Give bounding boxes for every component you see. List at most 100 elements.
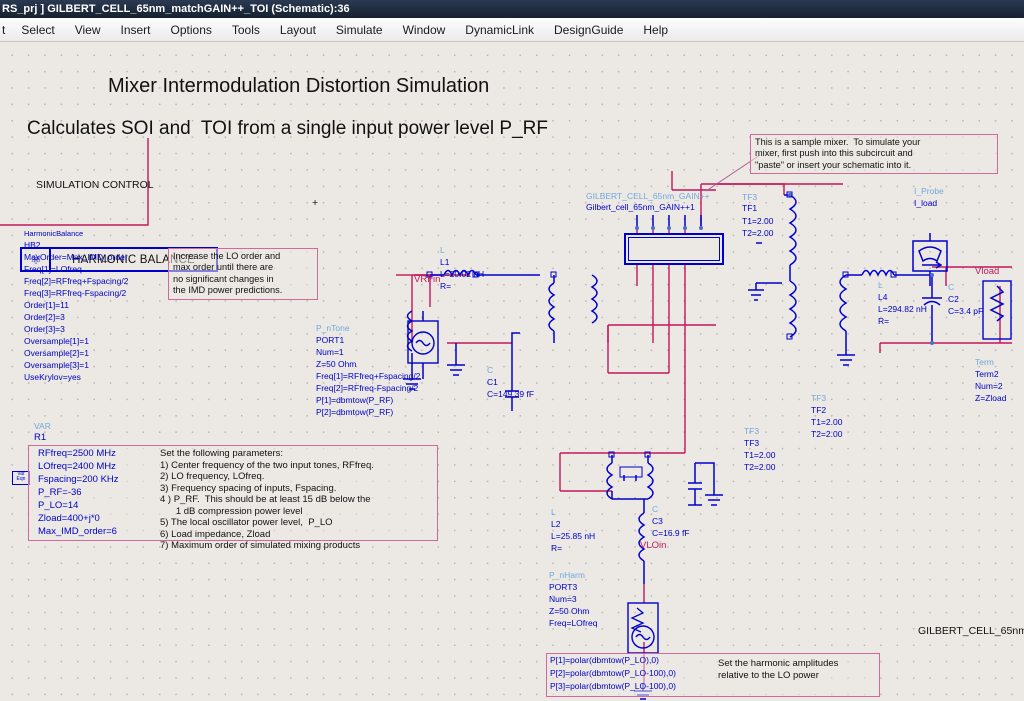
window-title-text: RS_prj ] GILBERT_CELL_65nm_matchGAIN++_T…	[2, 3, 350, 15]
subcircuit-type-label: GILBERT_CELL_65nm_GAIN++	[586, 191, 710, 201]
var-param-3: P_RF=-36	[38, 487, 82, 498]
window-title-bar: RS_prj ] GILBERT_CELL_65nm_matchGAIN++_T…	[0, 0, 1024, 18]
l2-instance-label: L2	[551, 519, 561, 529]
menu-item-designguide[interactable]: DesignGuide	[544, 21, 633, 39]
port1-param-2: Freq[1]=RFfreq+Fspacing/2	[316, 371, 421, 381]
page-subtitle: Calculates SOI and TOI from a single inp…	[27, 118, 548, 139]
port3-param-2: Freq=LOfreq	[549, 618, 598, 628]
menu-item-view[interactable]: View	[65, 21, 111, 39]
menu-item-window[interactable]: Window	[393, 21, 456, 39]
port3-param-0: Num=3	[549, 594, 577, 604]
var-param-2: Fspacing=200 KHz	[38, 474, 119, 485]
term2-param-0: Num=2	[975, 381, 1003, 391]
tf2-instance-label: TF2	[811, 405, 827, 415]
note-set-parameters: Set the following parameters: 1) Center …	[160, 448, 374, 551]
iprobe-instance-label: I_load	[914, 198, 938, 208]
c2-param-0: C=3.4 pF	[948, 306, 984, 316]
l4-instance-label: L4	[878, 292, 888, 302]
tf2-param-1: T2=2.00	[811, 429, 843, 439]
l2-type-label: L	[551, 507, 556, 517]
port1-type-label: P_nTone	[316, 323, 350, 333]
menu-item-options[interactable]: Options	[161, 21, 222, 39]
tf3-type-label: TF3	[744, 426, 760, 436]
footer-cell-label: GILBERT_CELL_65nm_	[918, 625, 1024, 637]
menu-item-help[interactable]: Help	[633, 21, 678, 39]
l1-type-label: L	[440, 245, 445, 255]
note-harmonic-amplitudes: Set the harmonic amplitudes relative to …	[718, 658, 839, 681]
l1-param-1: R=	[440, 281, 452, 291]
port1-param-3: Freq[2]=RFfreq-Fspacing/2	[316, 383, 419, 393]
port1-param-1: Z=50 Ohm	[316, 359, 357, 369]
term2-param-1: Z=Zload	[975, 393, 1007, 403]
subcircuit-inner-border	[628, 237, 720, 261]
l1-param-0: L=20.02 nH	[440, 269, 485, 279]
simulation-control-label: SIMULATION CONTROL	[36, 179, 154, 191]
hb-param-8: Oversample[2]=1	[24, 348, 89, 358]
var-param-0: RFfreq=2500 MHz	[38, 448, 116, 459]
tf1-type-label: TF3	[742, 192, 758, 202]
menu-item-tools[interactable]: Tools	[222, 21, 270, 39]
menu-item-insert[interactable]: Insert	[111, 21, 161, 39]
tf1-param-1: T2=2.00	[742, 228, 774, 238]
tf2-param-0: T1=2.00	[811, 417, 843, 427]
menu-item-edit[interactable]: t	[0, 21, 11, 39]
tf3-param-1: T2=2.00	[744, 462, 776, 472]
l2-param-0: L=25.85 nH	[551, 531, 596, 541]
c1-param-0: C=149.39 fF	[487, 389, 535, 399]
tf1-instance-label: TF1	[742, 203, 758, 213]
port1-param-0: Num=1	[316, 347, 344, 357]
menu-item-simulate[interactable]: Simulate	[326, 21, 393, 39]
var-param-1: LOfreq=2400 MHz	[38, 461, 116, 472]
subcircuit-symbol[interactable]	[624, 233, 724, 265]
c1-instance-label: C1	[487, 377, 498, 387]
c2-instance-label: C2	[948, 294, 959, 304]
net-label-vrfin: VRFin	[414, 274, 441, 285]
c3-type-label: C	[652, 504, 659, 514]
tf2-type-label: TF3	[811, 393, 827, 403]
port3-type-label: P_nHarm	[549, 570, 585, 580]
port1-param-5: P[2]=dbmtow(P_RF)	[316, 407, 394, 417]
hb-instance-label: HB2	[24, 240, 41, 250]
hb-param-9: Oversample[3]=1	[24, 360, 89, 370]
port3-harm-param-0: P[1]=polar(dbmtow(P_LO),0)	[550, 655, 659, 665]
var-param-4: P_LO=14	[38, 500, 79, 511]
term2-type-label: Term	[975, 357, 994, 367]
hb-param-6: Order[3]=3	[24, 324, 65, 334]
var-instance-label: R1	[34, 432, 47, 443]
port1-instance-label: PORT1	[316, 335, 345, 345]
c2-type-label: C	[948, 282, 955, 292]
c3-instance-label: C3	[652, 516, 663, 526]
hb-param-5: Order[2]=3	[24, 312, 65, 322]
hb-param-4: Order[1]=11	[24, 300, 69, 310]
port1-param-4: P[1]=dbmtow(P_RF)	[316, 395, 394, 405]
c1-type-label: C	[487, 365, 494, 375]
page-title: Mixer Intermodulation Distortion Simulat…	[108, 75, 490, 97]
var-param-6: Max_IMD_order=6	[38, 526, 117, 537]
menu-item-select[interactable]: Select	[11, 21, 64, 39]
schematic-canvas[interactable]: GILBERT_CELL_65nm_GAIN++ Gilbert_cell_65…	[0, 43, 1024, 701]
hb-param-7: Oversample[1]=1	[24, 336, 89, 346]
tf3-param-0: T1=2.00	[744, 450, 776, 460]
menu-item-dynamiclink[interactable]: DynamicLink	[455, 21, 544, 39]
var-param-5: Zload=400+j*0	[38, 513, 100, 524]
hb-param-2: Freq[2]=RFfreq+Fspacing/2	[24, 276, 129, 286]
net-label-vload: Vload	[975, 266, 1000, 277]
cursor-crosshair: +	[312, 197, 319, 209]
hb-param-3: Freq[3]=RFfreq-Fspacing/2	[24, 288, 127, 298]
port3-param-1: Z=50 Ohm	[549, 606, 590, 616]
var-type-label: VAR	[34, 421, 51, 431]
port3-harm-param-2: P[3]=polar(dbmtow(P_LO-100),0)	[550, 681, 676, 691]
l1-instance-label: L1	[440, 257, 450, 267]
hb-param-0: MaxOrder=Max_IMD_order	[24, 252, 128, 262]
l4-type-label: L	[878, 280, 883, 290]
menu-item-layout[interactable]: Layout	[270, 21, 326, 39]
note-sample-mixer: This is a sample mixer. To simulate your…	[750, 134, 998, 175]
iprobe-type-label: I_Probe	[914, 186, 944, 196]
hb-param-1: Freq[1]=LOfreq	[24, 264, 82, 274]
hb-param-10: UseKrylov=yes	[24, 372, 81, 382]
tf1-param-0: T1=2.00	[742, 216, 774, 226]
harmonic-balance-sublabel: HarmonicBalance	[24, 229, 84, 238]
term2-instance-label: Term2	[975, 369, 999, 379]
menu-bar[interactable]: t Select View Insert Options Tools Layou…	[0, 18, 1024, 42]
ads-schematic-window: RS_prj ] GILBERT_CELL_65nm_matchGAIN++_T…	[0, 0, 1024, 701]
